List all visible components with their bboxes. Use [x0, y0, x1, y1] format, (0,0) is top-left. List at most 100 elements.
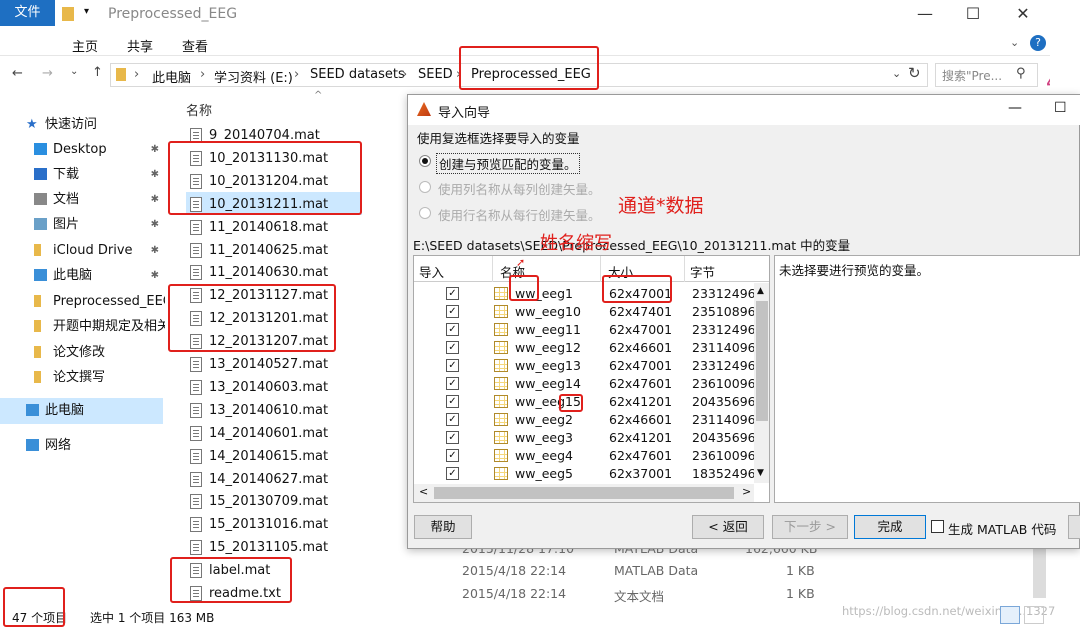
file-item[interactable]: 14_20140627.mat [186, 468, 356, 491]
file-item[interactable]: 15_20131105.mat [186, 536, 356, 559]
nav-item[interactable]: Desktop ✱ [0, 137, 165, 162]
table-row[interactable]: ✓ ww_eeg3 62x41201 20435696 [414, 429, 756, 447]
minimize-button[interactable]: — [910, 4, 940, 23]
table-row[interactable]: ✓ ww_eeg11 62x47001 23312496 [414, 321, 756, 339]
up-arrow-icon[interactable]: ↑ [92, 65, 103, 80]
import-checkbox[interactable]: ✓ [446, 413, 459, 426]
table-row[interactable]: ✓ ww_eeg5 62x37001 18352496 [414, 465, 756, 483]
table-row[interactable]: ✓ ww_eeg12 62x46601 23114096 [414, 339, 756, 357]
pin-icon[interactable]: ✱ [151, 212, 159, 237]
back-arrow-icon[interactable]: ← [12, 66, 23, 81]
file-item[interactable]: 15_20130709.mat [186, 490, 356, 513]
details-view-icon[interactable] [1000, 606, 1020, 624]
import-checkbox[interactable]: ✓ [446, 449, 459, 462]
file-item[interactable]: 15_20131016.mat [186, 513, 356, 536]
import-checkbox[interactable]: ✓ [446, 323, 459, 336]
import-checkbox[interactable]: ✓ [446, 395, 459, 408]
generate-code-checkbox[interactable] [931, 520, 944, 533]
search-icon[interactable]: ⚲ [1016, 66, 1026, 81]
column-header-name[interactable]: 名称 [186, 100, 212, 119]
scroll-down-icon[interactable]: ▼ [757, 468, 764, 478]
table-row[interactable]: ✓ ww_eeg1 62x47001 23312496 [414, 285, 756, 303]
new-folder-icon[interactable] [62, 7, 74, 21]
pin-icon[interactable]: ✱ [151, 263, 159, 288]
large-icons-view-icon[interactable] [1024, 606, 1044, 624]
nav-item[interactable]: ★ 快速访问 [0, 112, 165, 137]
option-create-matching[interactable]: 创建与预览匹配的变量。 [417, 153, 667, 174]
file-item[interactable]: 13_20140527.mat [186, 353, 356, 376]
breadcrumb-separator-icon[interactable]: › [402, 67, 407, 82]
nav-item[interactable]: iCloud Drive ✱ [0, 238, 165, 263]
dialog-minimize-button[interactable]: — [1008, 100, 1022, 116]
pin-icon[interactable]: ✱ [151, 187, 159, 212]
cancel-button-partial[interactable] [1068, 515, 1080, 539]
breadcrumb-separator-icon[interactable]: › [200, 67, 205, 82]
address-dropdown-icon[interactable]: ⌄ [892, 67, 901, 80]
nav-item[interactable]: 此电脑 [0, 398, 165, 423]
import-checkbox[interactable]: ✓ [446, 305, 459, 318]
nav-item[interactable]: Preprocessed_EEG [0, 289, 165, 314]
table-row[interactable]: ✓ ww_eeg14 62x47601 23610096 [414, 375, 756, 393]
column-import[interactable]: 导入 [419, 262, 444, 281]
refresh-icon[interactable]: ↻ [908, 64, 921, 82]
file-item[interactable]: 14_20140601.mat [186, 422, 356, 445]
dialog-maximize-button[interactable]: ☐ [1054, 100, 1067, 116]
recent-dropdown-icon[interactable]: ⌄ [70, 66, 78, 77]
nav-item[interactable]: 开题中期规定及相关 [0, 314, 165, 339]
expand-ribbon-icon[interactable]: ⌄ [1010, 36, 1019, 49]
breadcrumb-separator-icon[interactable]: › [134, 67, 139, 82]
tab-share[interactable]: 共享 [127, 36, 153, 55]
scrollbar-thumb[interactable] [1033, 548, 1046, 598]
import-checkbox[interactable]: ✓ [446, 287, 459, 300]
pin-icon[interactable]: ✱ [151, 238, 159, 263]
table-row[interactable]: ✓ ww_eeg10 62x47401 23510896 [414, 303, 756, 321]
import-checkbox[interactable]: ✓ [446, 359, 459, 372]
nav-item[interactable]: 文档 ✱ [0, 187, 165, 212]
finish-button[interactable]: 完成 [854, 515, 926, 539]
radio-icon[interactable] [419, 155, 431, 167]
breadcrumb-seed[interactable]: SEED [418, 67, 453, 82]
breadcrumb-drive[interactable]: 学习资料 (E:) [214, 67, 293, 86]
file-item[interactable]: 11_20140618.mat [186, 216, 356, 239]
quick-access-dropdown-icon[interactable]: ▾ [84, 6, 89, 17]
file-item[interactable]: 13_20140610.mat [186, 399, 356, 422]
scroll-up-icon[interactable]: ▲ [757, 286, 764, 296]
help-icon[interactable]: ? [1030, 35, 1046, 51]
file-item[interactable]: 11_20140630.mat [186, 261, 356, 284]
file-item[interactable]: 11_20140625.mat [186, 239, 356, 262]
maximize-button[interactable]: ☐ [958, 4, 988, 23]
breadcrumb-computer[interactable]: 此电脑 [152, 67, 191, 86]
file-item[interactable]: 13_20140603.mat [186, 376, 356, 399]
help-button[interactable]: 帮助 [414, 515, 472, 539]
import-checkbox[interactable]: ✓ [446, 431, 459, 444]
scroll-left-icon[interactable]: < [419, 485, 428, 498]
close-button[interactable]: ✕ [1008, 4, 1038, 23]
column-bytes[interactable]: 字节 [690, 262, 715, 281]
pin-icon[interactable]: ✱ [151, 162, 159, 187]
import-checkbox[interactable]: ✓ [446, 341, 459, 354]
table-row[interactable]: ✓ ww_eeg15 62x41201 20435696 [414, 393, 756, 411]
back-button[interactable]: < 返回 [692, 515, 764, 539]
breadcrumb-separator-icon[interactable]: › [294, 67, 299, 82]
table-row[interactable]: ✓ ww_eeg13 62x47001 23312496 [414, 357, 756, 375]
file-item[interactable]: 14_20140615.mat [186, 445, 356, 468]
nav-item[interactable]: 网络 [0, 433, 165, 458]
scroll-right-icon[interactable]: > [742, 485, 751, 498]
import-checkbox[interactable]: ✓ [446, 467, 459, 480]
import-checkbox[interactable]: ✓ [446, 377, 459, 390]
nav-item[interactable]: 下载 ✱ [0, 162, 165, 187]
nav-item[interactable]: 此电脑 ✱ [0, 263, 165, 288]
breadcrumb-seed-datasets[interactable]: SEED datasets [310, 67, 405, 82]
scrollbar-thumb[interactable] [434, 487, 734, 499]
tab-home[interactable]: 主页 [72, 36, 98, 55]
nav-item[interactable]: 图片 ✱ [0, 212, 165, 237]
table-row[interactable]: ✓ ww_eeg2 62x46601 23114096 [414, 411, 756, 429]
nav-item[interactable]: 论文修改 [0, 340, 165, 365]
scrollbar-thumb[interactable] [756, 301, 768, 421]
forward-arrow-icon[interactable]: → [42, 66, 53, 81]
pin-icon[interactable]: ✱ [151, 137, 159, 162]
table-row[interactable]: ✓ ww_eeg4 62x47601 23610096 [414, 447, 756, 465]
tab-file[interactable]: 文件 [0, 0, 55, 26]
nav-item[interactable]: 论文撰写 [0, 365, 165, 390]
tab-view[interactable]: 查看 [182, 36, 208, 55]
